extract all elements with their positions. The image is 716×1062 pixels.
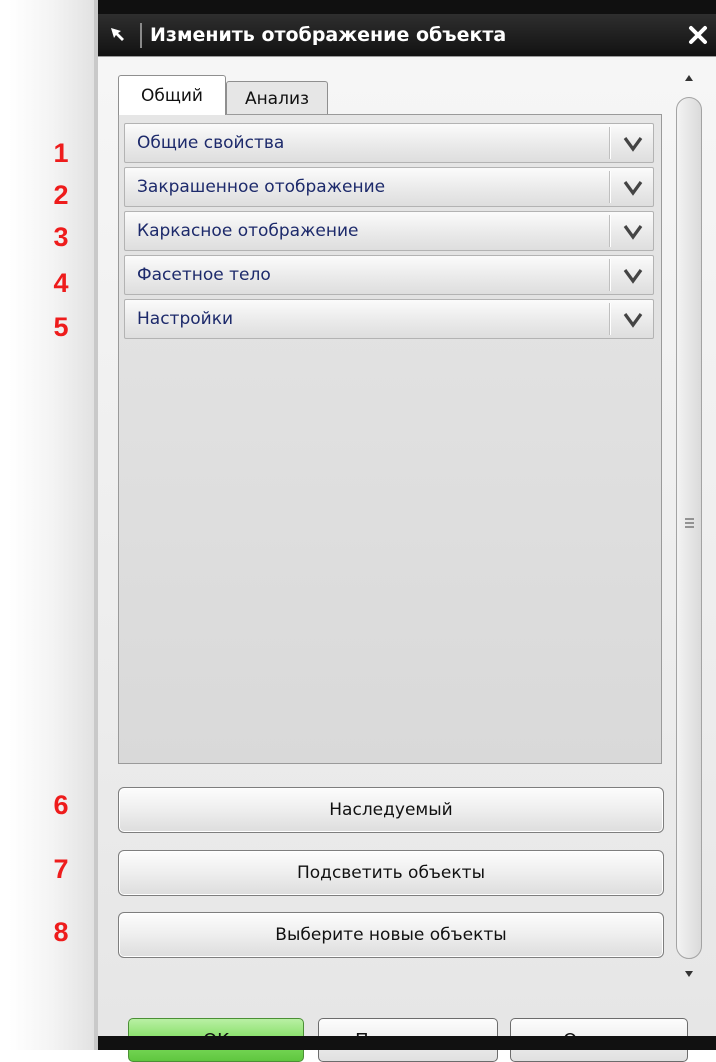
callout-7: 7 bbox=[53, 854, 69, 884]
group-label: Закрашенное отображение bbox=[137, 177, 386, 197]
group-faceted-body[interactable]: Фасетное тело bbox=[124, 255, 654, 295]
callout-8: 8 bbox=[53, 917, 69, 947]
group-divider bbox=[609, 215, 611, 247]
group-shaded-display[interactable]: Закрашенное отображение bbox=[124, 167, 654, 207]
title-bar: Изменить отображение объекта bbox=[98, 14, 716, 56]
group-divider bbox=[609, 259, 611, 291]
callout-2: 2 bbox=[53, 180, 69, 210]
chevron-down-icon[interactable] bbox=[619, 309, 647, 331]
group-label: Настройки bbox=[137, 309, 234, 329]
close-button[interactable] bbox=[682, 19, 714, 51]
tab-general[interactable]: Общий bbox=[118, 75, 226, 115]
group-settings[interactable]: Настройки bbox=[124, 299, 654, 339]
dialog-window: Изменить отображение объекта Общий Анали… bbox=[98, 0, 716, 1062]
chevron-down-icon[interactable] bbox=[619, 221, 647, 243]
chevron-down-icon[interactable] bbox=[619, 133, 647, 155]
chevron-down-icon[interactable] bbox=[619, 265, 647, 287]
group-divider bbox=[609, 171, 611, 203]
group-general-properties[interactable]: Общие свойства bbox=[124, 123, 654, 163]
vertical-scrollbar[interactable] bbox=[670, 57, 710, 992]
dialog-body: Общий Анализ Общие свойства Закрашенное … bbox=[98, 56, 716, 1062]
callout-1: 1 bbox=[53, 138, 69, 168]
group-divider bbox=[609, 303, 611, 335]
scroll-down-arrow-icon[interactable] bbox=[678, 963, 700, 985]
chevron-down-icon[interactable] bbox=[619, 177, 647, 199]
window-bottom-border bbox=[98, 1036, 716, 1050]
title-separator bbox=[140, 23, 142, 48]
group-label: Каркасное отображение bbox=[137, 221, 359, 241]
close-icon bbox=[689, 26, 707, 44]
callout-3: 3 bbox=[53, 222, 69, 252]
tab-content-panel: Общие свойства Закрашенное отображение К… bbox=[118, 114, 662, 764]
window-title: Изменить отображение объекта bbox=[150, 24, 507, 46]
group-divider bbox=[609, 127, 611, 159]
tab-analysis[interactable]: Анализ bbox=[226, 81, 328, 115]
group-label: Фасетное тело bbox=[137, 265, 271, 285]
select-new-objects-button[interactable]: Выберите новые объекты bbox=[118, 912, 664, 958]
grip-icon bbox=[685, 518, 694, 528]
pin-arrow-icon[interactable] bbox=[104, 21, 132, 49]
callout-6: 6 bbox=[53, 790, 69, 820]
highlight-objects-button[interactable]: Подсветить объекты bbox=[118, 850, 664, 896]
group-label: Общие свойства bbox=[137, 133, 285, 153]
callout-5: 5 bbox=[53, 312, 69, 342]
callout-4: 4 bbox=[53, 268, 69, 298]
inherit-button[interactable]: Наследуемый bbox=[118, 787, 664, 833]
scroll-up-arrow-icon[interactable] bbox=[678, 67, 700, 89]
group-wireframe-display[interactable]: Каркасное отображение bbox=[124, 211, 654, 251]
scroll-thumb[interactable] bbox=[676, 97, 702, 959]
